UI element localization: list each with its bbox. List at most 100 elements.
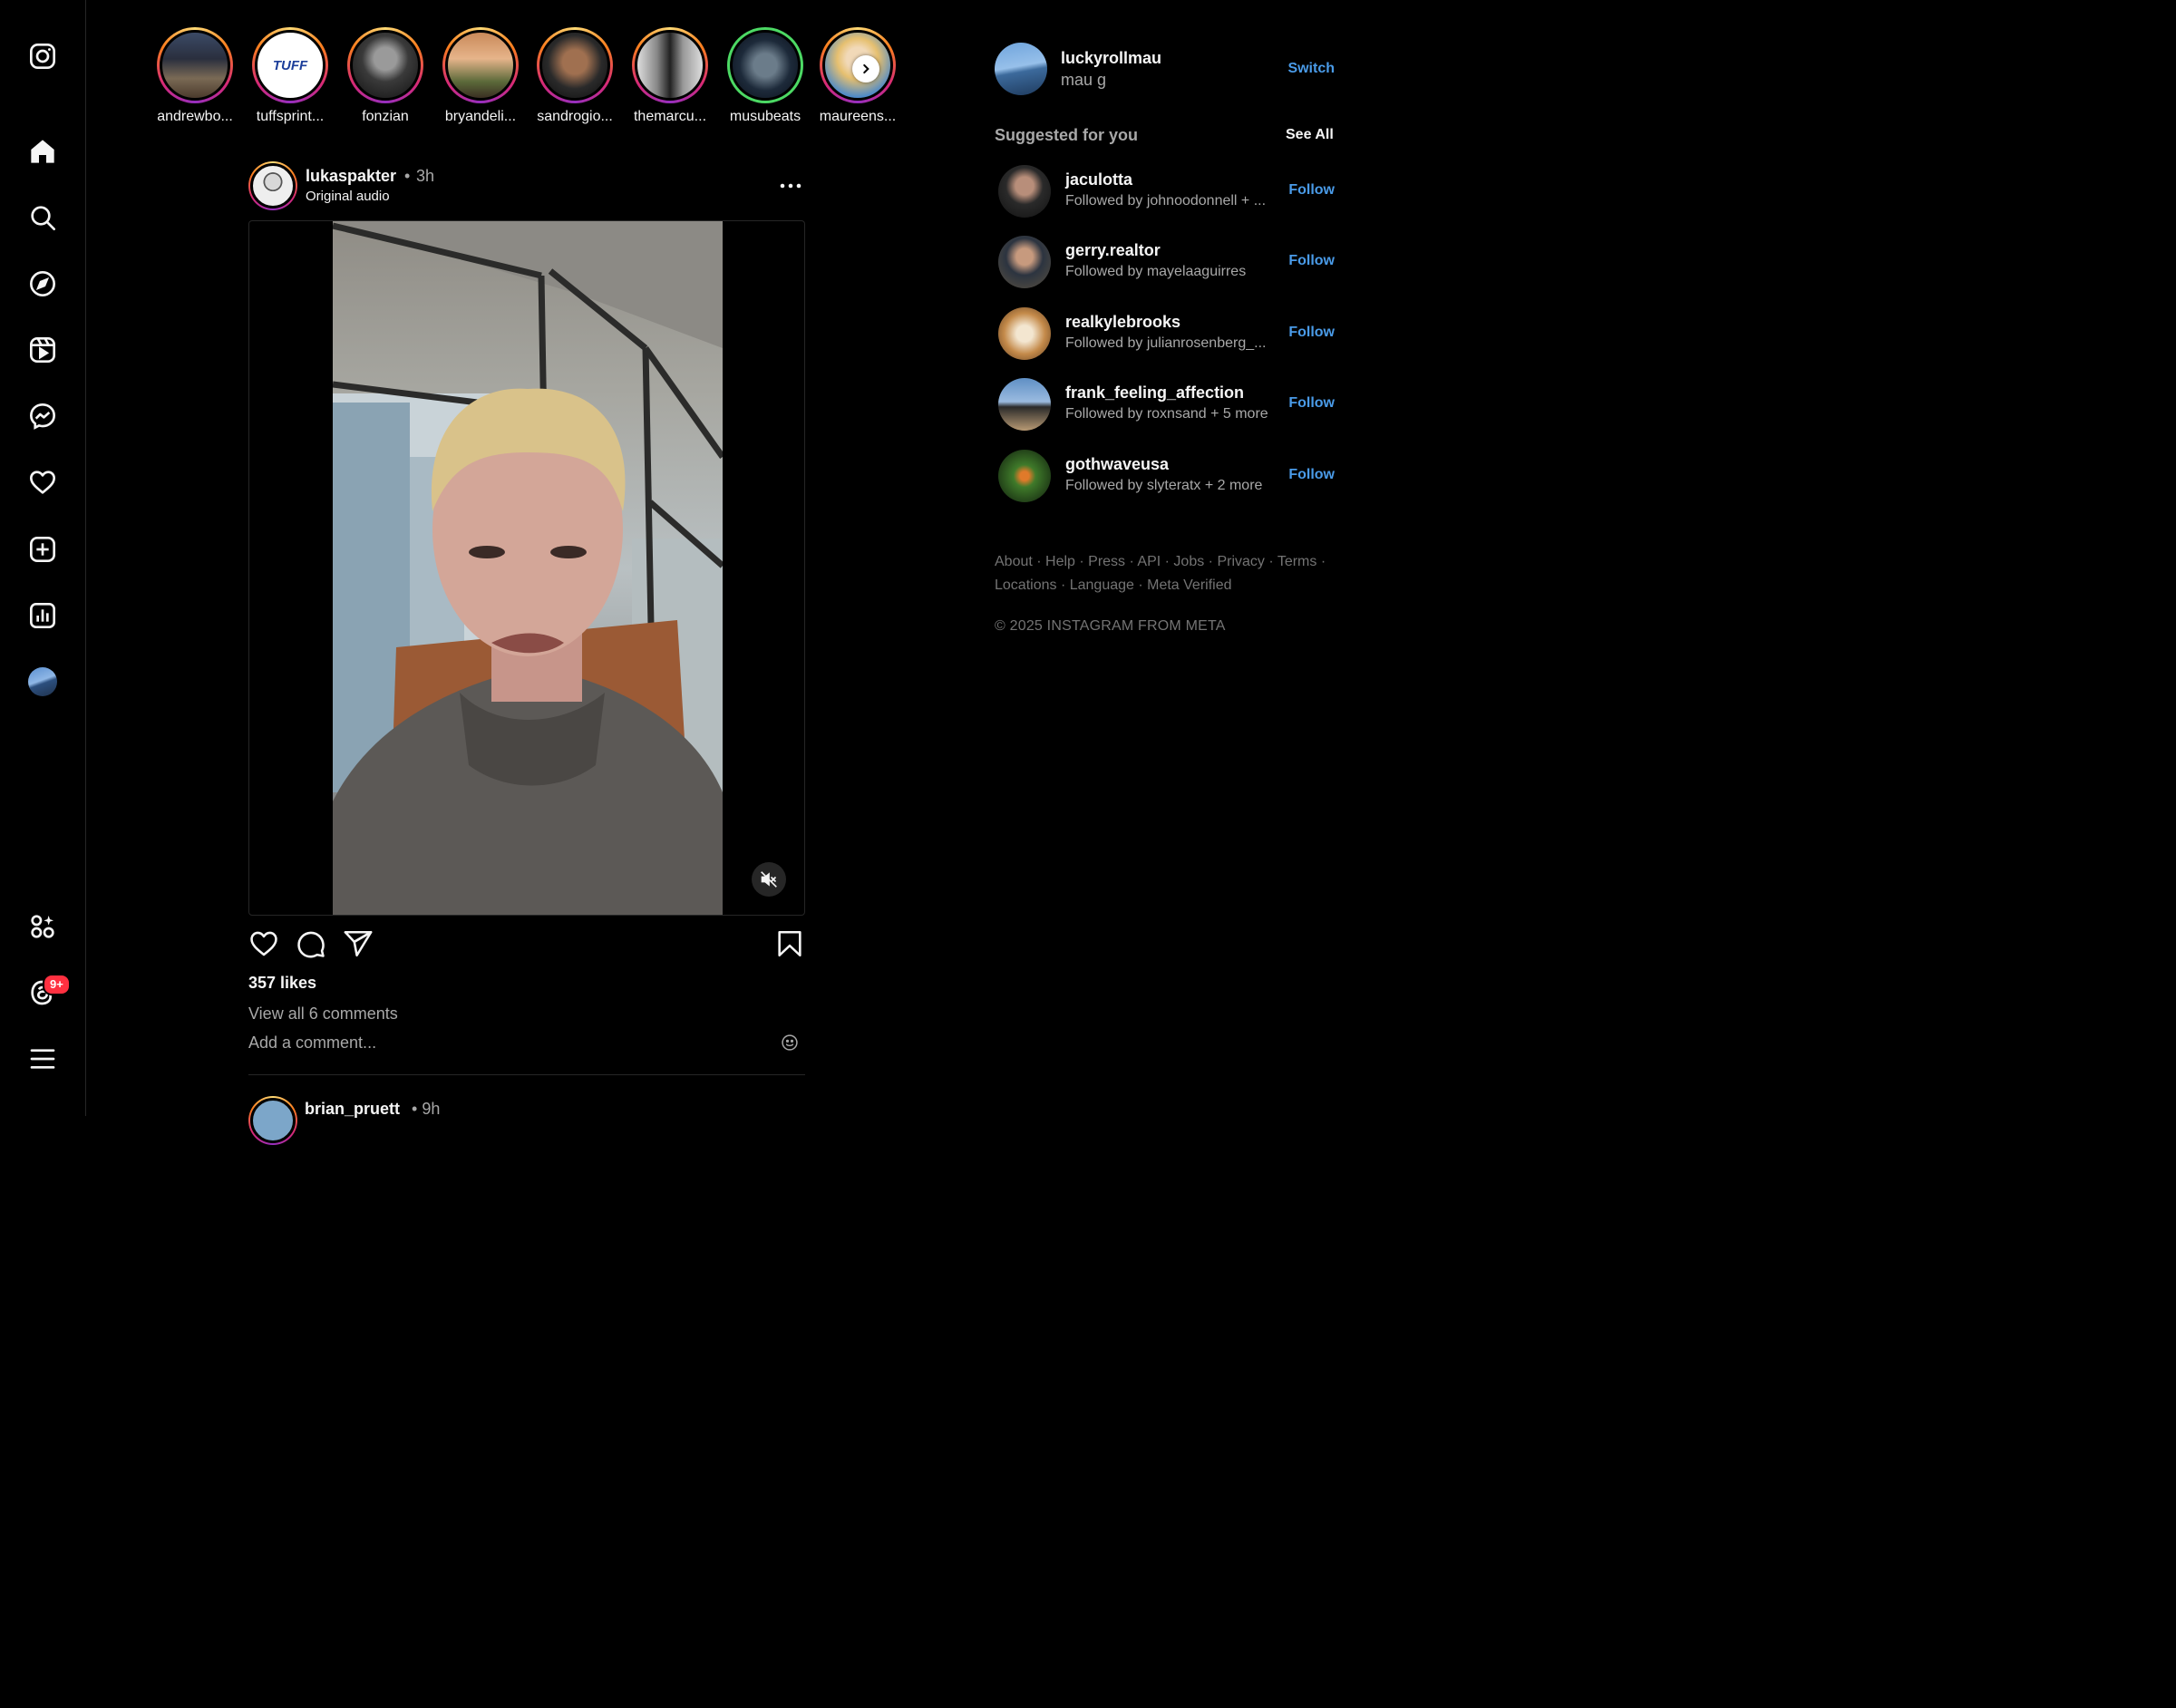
account-username[interactable]: luckyrollmau	[1061, 49, 1161, 68]
story-ring: TUFF	[252, 27, 328, 103]
follow-button[interactable]: Follow	[1288, 467, 1335, 483]
post-author-username[interactable]: lukaspakter	[306, 167, 396, 186]
suggestion-item: frank_feeling_affection Followed by roxn…	[998, 378, 1335, 431]
follow-button[interactable]: Follow	[1288, 395, 1335, 412]
save-icon[interactable]	[774, 928, 805, 959]
likes-count[interactable]: 357 likes	[248, 974, 316, 993]
search-icon[interactable]	[24, 199, 61, 236]
post-video[interactable]	[333, 221, 723, 915]
view-comments-link[interactable]: View all 6 comments	[248, 1004, 398, 1024]
follow-button[interactable]: Follow	[1288, 182, 1335, 199]
story-ring	[632, 27, 708, 103]
footer-link[interactable]: Press	[1088, 554, 1125, 569]
heart-icon[interactable]	[24, 464, 61, 500]
story-item[interactable]: andrewbo...	[147, 27, 243, 125]
menu-icon[interactable]	[24, 1041, 61, 1077]
story-ring	[347, 27, 423, 103]
like-icon[interactable]	[248, 928, 279, 959]
more-icon[interactable]	[780, 181, 801, 190]
suggestion-avatar[interactable]	[998, 307, 1051, 360]
account-avatar[interactable]	[995, 43, 1047, 95]
post-media[interactable]	[248, 220, 805, 916]
footer-link[interactable]: Jobs	[1173, 554, 1204, 569]
instagram-logo-icon[interactable]	[24, 38, 61, 74]
suggestion-subtitle: Followed by mayelaaguirres	[1065, 264, 1247, 279]
story-item[interactable]: fonzian	[337, 27, 433, 125]
story-item[interactable]: musubeats	[717, 27, 813, 125]
messenger-icon[interactable]	[24, 398, 61, 434]
comment-input[interactable]	[248, 1034, 765, 1053]
left-navigation: 9+	[0, 0, 86, 1116]
see-all-link[interactable]: See All	[1286, 127, 1334, 143]
next-post-avatar[interactable]	[248, 1096, 297, 1145]
story-item[interactable]: sandrogio...	[527, 27, 623, 125]
suggestion-username[interactable]: realkylebrooks	[1065, 313, 1180, 332]
story-avatar	[160, 30, 230, 101]
next-post-username[interactable]: brian_pruett	[305, 1100, 400, 1119]
suggestion-username[interactable]: jaculotta	[1065, 170, 1132, 189]
story-username: tuffsprint...	[256, 109, 325, 124]
story-username: bryandeli...	[444, 109, 517, 124]
story-avatar	[445, 30, 516, 101]
separator-dot: •	[404, 167, 411, 185]
dashboard-icon[interactable]	[24, 597, 61, 634]
footer-link[interactable]: Meta Verified	[1147, 577, 1231, 593]
suggestion-avatar[interactable]	[998, 165, 1051, 218]
profile-avatar[interactable]	[28, 667, 57, 696]
suggestion-avatar[interactable]	[998, 236, 1051, 288]
notification-badge: 9+	[43, 974, 71, 995]
suggestion-username[interactable]: gothwaveusa	[1065, 455, 1169, 474]
next-post-time: 9h	[422, 1100, 441, 1118]
footer-link[interactable]: Locations	[995, 577, 1057, 593]
stories-tray: andrewbo... TUFF tuffsprint... fonzian b…	[145, 27, 907, 131]
suggestion-subtitle: Followed by johnoodonnell + ...	[1065, 193, 1267, 209]
next-post-timestamp: • 9h	[412, 1100, 440, 1119]
stories-next-button[interactable]	[852, 55, 879, 82]
footer-link[interactable]: Terms	[1277, 554, 1317, 569]
suggestion-item: gothwaveusa Followed by slyteratx + 2 mo…	[998, 450, 1335, 502]
story-username: andrewbo...	[157, 109, 233, 124]
suggestion-subtitle: Followed by roxnsand + 5 more	[1065, 406, 1268, 422]
story-item[interactable]: TUFF tuffsprint...	[242, 27, 338, 125]
share-icon[interactable]	[343, 928, 374, 959]
story-avatar	[539, 30, 610, 101]
emoji-icon[interactable]	[781, 1034, 799, 1052]
footer-link[interactable]: Language	[1070, 577, 1134, 593]
chevron-right-icon	[863, 63, 869, 74]
meta-apps-icon[interactable]	[24, 908, 61, 945]
footer-link[interactable]: Privacy	[1217, 554, 1264, 569]
comment-icon[interactable]	[296, 928, 326, 959]
explore-icon[interactable]	[24, 266, 61, 302]
footer-link[interactable]: About	[995, 554, 1033, 569]
post-timestamp[interactable]: 3h	[416, 167, 434, 186]
suggestion-avatar[interactable]	[998, 378, 1051, 431]
suggestion-username[interactable]: frank_feeling_affection	[1065, 383, 1244, 403]
footer-link[interactable]: API	[1137, 554, 1161, 569]
reels-icon[interactable]	[24, 332, 61, 368]
follow-button[interactable]: Follow	[1288, 325, 1335, 341]
story-ring	[727, 27, 803, 103]
switch-account-button[interactable]: Switch	[1287, 61, 1335, 77]
story-username: themarcu...	[633, 109, 707, 124]
story-avatar	[635, 30, 705, 101]
follow-button[interactable]: Follow	[1288, 253, 1335, 269]
post-header: lukaspakter • 3h Original audio	[248, 161, 805, 212]
story-username: fonzian	[362, 109, 409, 124]
story-username: maureens...	[819, 109, 897, 124]
post-author-avatar[interactable]	[248, 161, 297, 210]
story-avatar	[730, 30, 801, 101]
post-audio-label[interactable]: Original audio	[306, 189, 390, 204]
suggestion-avatar[interactable]	[998, 450, 1051, 502]
footer-link[interactable]: Help	[1045, 554, 1075, 569]
suggested-title: Suggested for you	[995, 126, 1139, 144]
story-item[interactable]: themarcu...	[622, 27, 718, 125]
story-avatar	[350, 30, 421, 101]
story-item[interactable]: bryandeli...	[432, 27, 529, 125]
create-icon[interactable]	[24, 531, 61, 568]
mute-toggle-button[interactable]	[752, 862, 786, 897]
video-frame-illustration	[333, 221, 723, 915]
suggestion-username[interactable]: gerry.realtor	[1065, 241, 1161, 260]
post-divider	[248, 1074, 805, 1075]
home-icon[interactable]	[24, 133, 61, 170]
current-account: luckyrollmau mau g Switch	[995, 43, 1335, 95]
